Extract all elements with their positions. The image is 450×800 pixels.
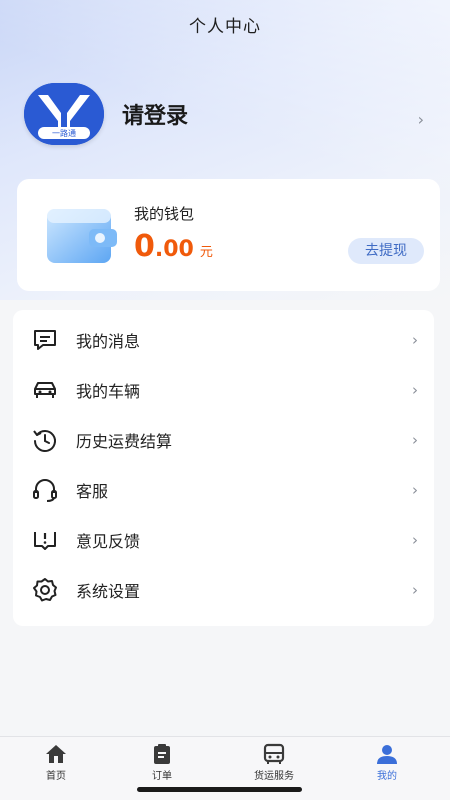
chevron-right-icon: › xyxy=(412,331,418,349)
tab-orders[interactable]: 订单 xyxy=(106,737,218,787)
wallet-balance: 0 .00 元 xyxy=(134,229,213,264)
headset-icon xyxy=(33,479,57,502)
tab-label: 首页 xyxy=(46,771,66,782)
logo-caption: 一路通 xyxy=(52,128,76,138)
page-title: 个人中心 xyxy=(189,17,261,37)
home-indicator xyxy=(137,787,302,792)
chevron-right-icon: › xyxy=(412,581,418,599)
bus-icon xyxy=(263,743,285,764)
feedback-icon xyxy=(34,532,56,550)
tab-mine[interactable]: 我的 xyxy=(331,737,443,787)
chevron-right-icon: › xyxy=(412,431,418,449)
car-icon xyxy=(34,382,56,398)
wallet-label: 我的钱包 xyxy=(134,205,195,223)
login-link[interactable]: 请登录 xyxy=(122,98,188,130)
tab-label: 订单 xyxy=(152,771,172,782)
wallet-icon xyxy=(47,209,117,263)
clipboard-icon xyxy=(154,744,170,764)
menu-item-customer-service[interactable]: 客服 › xyxy=(13,465,434,515)
balance-integer: 0 xyxy=(134,229,155,264)
menu-label: 我的车辆 xyxy=(76,382,141,401)
history-icon xyxy=(33,430,56,452)
balance-decimal: .00 xyxy=(154,237,194,262)
user-icon xyxy=(377,745,397,764)
chevron-right-icon: › xyxy=(412,381,418,399)
tab-home[interactable]: 首页 xyxy=(0,737,112,787)
settings-icon xyxy=(33,578,57,602)
menu-label: 意见反馈 xyxy=(76,532,141,551)
avatar[interactable]: 一路通 xyxy=(24,83,104,145)
menu-item-messages[interactable]: 我的消息 › xyxy=(13,315,434,365)
chevron-right-icon: › xyxy=(412,481,418,499)
balance-unit: 元 xyxy=(199,245,213,260)
chevron-right-icon[interactable]: › xyxy=(418,110,424,129)
chevron-right-icon: › xyxy=(412,531,418,549)
tab-label: 货运服务 xyxy=(254,771,294,782)
menu-list: 我的消息 › 我的车辆 › 历史运费结算 › 客服 › 意见反馈 › 系统设置 … xyxy=(13,310,434,626)
menu-label: 客服 xyxy=(76,482,109,501)
tab-label: 我的 xyxy=(377,771,397,782)
menu-item-settings[interactable]: 系统设置 › xyxy=(13,565,434,615)
menu-label: 我的消息 xyxy=(76,332,141,351)
menu-item-freight-history[interactable]: 历史运费结算 › xyxy=(13,415,434,465)
tab-freight-service[interactable]: 货运服务 xyxy=(218,737,330,787)
app-logo-icon: 一路通 xyxy=(24,83,104,145)
withdraw-button[interactable]: 去提现 xyxy=(348,238,424,264)
wallet-card[interactable]: 我的钱包 0 .00 元 去提现 xyxy=(17,179,440,291)
home-icon xyxy=(46,745,66,763)
menu-label: 历史运费结算 xyxy=(76,432,173,451)
profile-section[interactable]: 一路通 请登录 › xyxy=(24,83,432,145)
menu-item-vehicles[interactable]: 我的车辆 › xyxy=(13,365,434,415)
message-icon xyxy=(34,330,56,350)
menu-label: 系统设置 xyxy=(76,582,141,601)
menu-item-feedback[interactable]: 意见反馈 › xyxy=(13,515,434,565)
